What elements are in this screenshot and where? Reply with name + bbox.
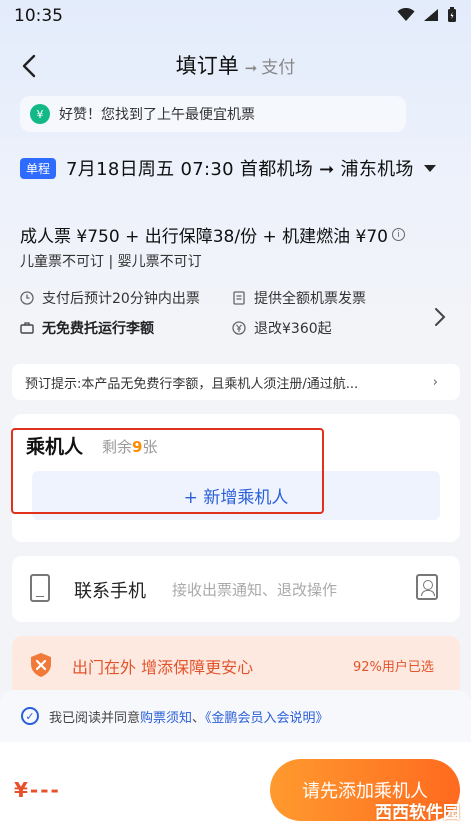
contact-phone-label: 联系手机 [74,581,146,602]
price-breakdown-text: 成人票 ¥750 + 出行保障38/份 + 机建燃油 ¥70 [20,227,388,247]
policy-invoice-text: 提供全额机票发票 [254,291,366,307]
signal-icon [424,9,438,21]
shield-icon [31,653,51,677]
booking-notice-text: 预订提示:本产品无免费行李额，且乘机人须注册/通过航... [25,376,359,392]
title-next-step: 支付 [261,58,296,78]
policy-baggage-text: 无免费托运行李额 [42,321,154,337]
battery-icon [448,7,456,22]
flight-summary: 7月18日周五 07:30 首都机场 ➞ 浦东机场 [66,159,414,180]
luggage-icon [20,322,34,334]
booking-notice[interactable]: 预订提示:本产品无免费行李额，且乘机人须注册/通过航... › [12,364,460,400]
membership-link[interactable]: 《金鹏会员入会说明》 [205,711,329,726]
wifi-icon [397,8,415,21]
policy-invoice: 提供全额机票发票 [232,288,366,308]
banner-text: 好赞！您找到了上午最便宜机票 [59,107,255,123]
agreement-prefix: 我已阅读并同意 [49,710,141,726]
policy-refund: 退改¥360起 [232,318,332,338]
page-title: 填订单 ➞ 支付 [0,50,471,80]
total-price: ¥--- [14,778,61,802]
policy-issue-time: 支付后预计20分钟内出票 [20,288,200,308]
yen-icon: ¥ [30,104,50,124]
notice-chevron-icon: › [432,375,438,390]
caret-down-icon [423,164,436,172]
purchase-notice-link[interactable]: 购票须知 [140,711,192,726]
child-ticket-note: 儿童票不可订 | 婴儿票不可订 [20,254,202,270]
agreement-text: 我已阅读并同意购票须知、《金鹏会员入会说明》 [49,707,329,726]
contacts-book-icon[interactable] [416,574,438,600]
clock-icon [20,291,34,305]
best-price-banner: ¥ 好赞！您找到了上午最便宜机票 [20,96,406,132]
check-icon[interactable]: ✓ [21,707,39,725]
insurance-title: 出门在外 增添保障更安心 [72,658,254,677]
trip-type-badge: 单程 [20,157,57,179]
info-icon[interactable]: i [391,228,405,241]
yen-circle-icon [232,321,246,335]
insurance-adoption: 92%用户已选 [353,660,434,675]
chevron-right-icon[interactable] [433,306,447,328]
agreement-separator: 、 [192,710,206,726]
agreement-bar: ✓ 我已阅读并同意购票须知、《金鹏会员入会说明》 [0,690,471,742]
flight-selector[interactable]: 单程 7月18日周五 07:30 首都机场 ➞ 浦东机场 [20,155,436,181]
step-arrow: ➞ [244,59,258,77]
policy-issue-time-text: 支付后预计20分钟内出票 [42,291,200,307]
phone-icon [30,574,50,602]
highlight-annotation [11,428,324,514]
document-icon [233,291,245,305]
watermark: 西西软件园 [375,802,460,823]
policy-baggage: 无免费托运行李额 [20,318,154,338]
contact-phone-input[interactable]: 接收出票通知、退改操作 [172,579,337,600]
status-time: 10:35 [14,6,63,26]
status-icons [397,7,457,23]
title-current-step: 填订单 [175,54,239,78]
price-breakdown[interactable]: 成人票 ¥750 + 出行保障38/份 + 机建燃油 ¥70 i [20,222,405,247]
policy-refund-text: 退改¥360起 [254,321,332,337]
